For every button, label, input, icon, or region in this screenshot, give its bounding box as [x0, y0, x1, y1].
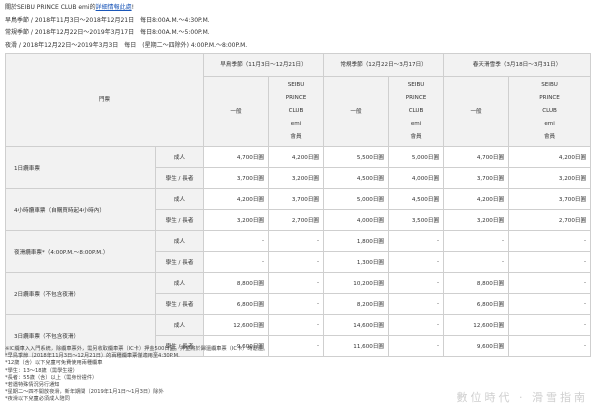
price-cell: -	[268, 230, 325, 252]
general-header: 一般	[203, 76, 270, 147]
price-cell: -	[268, 293, 325, 315]
member-header: SEIBU PRINCE CLUB emi 會員	[508, 76, 592, 147]
audience-cell: 學生 / 長者	[154, 251, 205, 273]
price-cell: 8,800日圓	[443, 272, 510, 294]
audience-cell: 成人	[154, 230, 205, 252]
member-header: SEIBU PRINCE CLUB emi 會員	[268, 76, 325, 147]
price-cell: -	[268, 251, 325, 273]
season-regular-header: 常規季節（12月22日～3月17日）	[323, 53, 445, 77]
price-cell: 6,800日圓	[203, 293, 270, 315]
price-cell: 2,700日圓	[268, 209, 325, 231]
watermark: 數位時代 · 滑雪指南	[456, 391, 588, 404]
price-cell: 4,200日圓	[443, 188, 510, 210]
season-early-header: 早鳥季節（11月3日～12月21日）	[203, 53, 325, 77]
price-cell: -	[443, 230, 510, 252]
audience-cell: 學生 / 長者	[154, 209, 205, 231]
price-cell: 3,700日圓	[203, 167, 270, 189]
price-cell: 3,700日圓	[508, 188, 592, 210]
price-cell: 8,800日圓	[203, 272, 270, 294]
price-cell: 2,700日圓	[508, 209, 592, 231]
price-cell: -	[388, 251, 445, 273]
price-cell: 4,200日圓	[508, 146, 592, 168]
price-cell: -	[508, 272, 592, 294]
audience-cell: 學生 / 長者	[154, 293, 205, 315]
price-cell: 6,800日圓	[443, 293, 510, 315]
price-cell: 4,700日圓	[443, 146, 510, 168]
night-ski-hours: 夜滑 / 2018年12月22日～2019年3月3日 每日 (星期二～四除外) …	[5, 41, 248, 49]
price-cell: -	[508, 230, 592, 252]
price-cell: 3,200日圓	[443, 209, 510, 231]
price-cell: 1,300日圓	[323, 251, 390, 273]
price-cell: 3,700日圓	[268, 188, 325, 210]
audience-cell: 學生 / 長者	[154, 167, 205, 189]
fare-body: 1日纜車票 成人 4,700日圓 4,200日圓 5,500日圓 5,000日圓 4,700…	[5, 146, 592, 357]
price-cell: -	[388, 314, 445, 336]
audience-cell: 成人	[154, 272, 205, 294]
ticket-type-cell: 4小時纜車票（自購買時起4小時內）	[5, 188, 156, 231]
note-line: *12歲（含）以下兒童可免費使用兩種纜車	[5, 360, 103, 367]
price-cell: -	[508, 314, 592, 336]
price-cell: -	[203, 251, 270, 273]
price-cell: -	[268, 272, 325, 294]
ticket-type-cell: 夜滑纜車票*（4:00P.M.～8:00P.M.）	[5, 230, 156, 273]
ticket-type-cell: 1日纜車票	[5, 146, 156, 189]
price-cell: 1,800日圓	[323, 230, 390, 252]
member-info-prefix: 關於SEIBU PRINCE CLUB emi的	[5, 4, 96, 11]
price-cell: -	[268, 314, 325, 336]
audience-cell: 成人	[154, 146, 205, 168]
price-cell: 4,500日圓	[388, 188, 445, 210]
note-line: *學生：13～18歲（需學生證）	[5, 367, 78, 374]
price-cell: -	[203, 230, 270, 252]
price-cell: -	[508, 251, 592, 273]
season-spring-header: 春天滑雪季（3月18日～3月31日）	[443, 53, 592, 77]
general-header: 一般	[323, 76, 390, 147]
price-cell: 12,600日圓	[443, 314, 510, 336]
audience-cell: 成人	[154, 314, 205, 336]
member-info-line: 關於SEIBU PRINCE CLUB emi的詳細情報此處!	[5, 2, 595, 15]
price-cell: 4,200日圓	[268, 146, 325, 168]
table-row: 夜滑纜車票*（4:00P.M.～8:00P.M.） 成人 - -1,800日圓 - - -	[5, 230, 592, 273]
price-cell: -	[508, 293, 592, 315]
member-header: SEIBU PRINCE CLUB emi 會員	[388, 76, 445, 147]
price-cell: -	[388, 272, 445, 294]
table-row: 4小時纜車票（自購買時起4小時內） 成人 4,200日圓 3,700日圓 5,000日圓…	[5, 188, 592, 231]
price-cell: 4,000日圓	[323, 209, 390, 231]
member-info-suffix: !	[131, 4, 134, 11]
regular-season-hours: 常規季節 / 2018年12月22日～2019年3月17日 每日8:00A.M.…	[5, 29, 210, 36]
price-cell: 5,000日圓	[388, 146, 445, 168]
price-cell: 4,200日圓	[203, 188, 270, 210]
ticket-type-cell: 2日纜車票（不包含夜滑）	[5, 272, 156, 315]
ticket-header: 門票	[4, 53, 205, 147]
price-cell: 3,200日圓	[508, 167, 592, 189]
price-cell: 4,500日圓	[323, 167, 390, 189]
price-cell: 4,000日圓	[388, 167, 445, 189]
early-season-hours: 早鳥季節 / 2018年11月3日～2018年12月21日 每日8:00A.M.…	[5, 16, 210, 24]
table-row: 2日纜車票（不包含夜滑） 成人 8,800日圓 -10,200日圓 -8,800日圓 -	[5, 272, 592, 315]
price-cell: 8,200日圓	[323, 293, 390, 315]
price-cell: 10,200日圓	[323, 272, 390, 294]
price-cell: 14,600日圓	[323, 314, 390, 336]
price-cell: -	[388, 230, 445, 252]
price-cell: 12,600日圓	[203, 314, 270, 336]
table-row: 3日纜車票（不包含夜滑） 成人 12,600日圓 -14,600日圓 -12,600日圓…	[5, 314, 592, 357]
general-header: 一般	[443, 76, 510, 147]
price-cell: 3,200日圓	[203, 209, 270, 231]
price-cell: -	[388, 293, 445, 315]
intro-block: 關於SEIBU PRINCE CLUB emi的詳細情報此處! 早鳥季節 / 2…	[5, 2, 595, 52]
note-line: *長者：55歲（含）以上（需身份證件）	[5, 374, 98, 381]
audience-cell: 成人	[154, 188, 205, 210]
table-row: 1日纜車票 成人 4,700日圓 4,200日圓 5,500日圓 5,000日圓 4,700…	[5, 146, 592, 189]
member-info-link[interactable]: 詳細情報此處	[96, 4, 132, 11]
price-cell: 3,500日圓	[388, 209, 445, 231]
price-cell: 5,000日圓	[323, 188, 390, 210]
price-cell: 3,700日圓	[443, 167, 510, 189]
price-cell: 4,700日圓	[203, 146, 270, 168]
price-cell: -	[443, 251, 510, 273]
fare-table: 門票 早鳥季節（11月3日～12月21日） 常規季節（12月22日～3月17日）…	[4, 53, 592, 357]
price-cell: 3,200日圓	[268, 167, 325, 189]
price-cell: 5,500日圓	[323, 146, 390, 168]
